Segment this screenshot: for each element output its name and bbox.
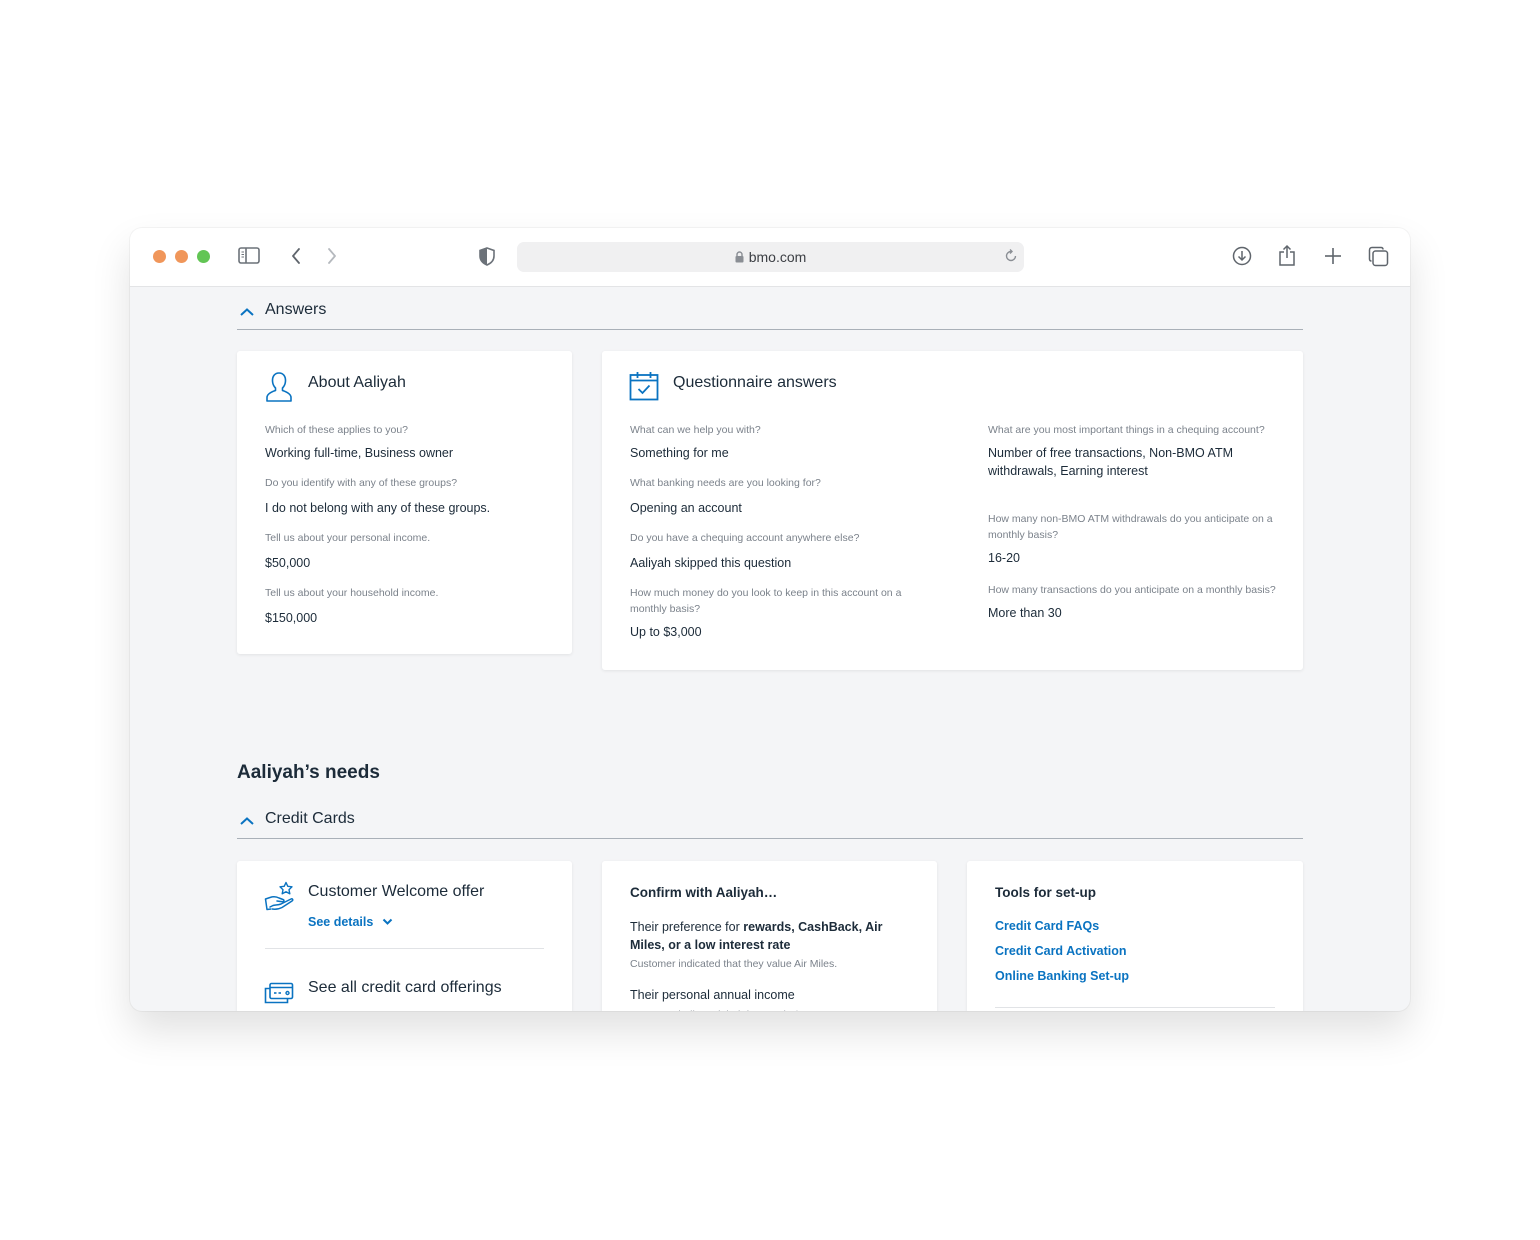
credit-cards-section-toggle[interactable]: Credit Cards bbox=[237, 796, 1303, 839]
lock-icon bbox=[735, 250, 744, 266]
about-card-title: About Aaliyah bbox=[308, 374, 406, 391]
tools-card-title: Tools for set-up bbox=[995, 885, 1096, 900]
confirm-item-preference: Their preference for rewards, CashBack, … bbox=[630, 918, 905, 954]
question-label: Tell us about your personal income. bbox=[265, 532, 431, 544]
answer-value: More than 30 bbox=[988, 606, 1062, 620]
browser-toolbar: bmo.com bbox=[130, 228, 1410, 287]
page-content: Answers About Aaliyah Which of these app… bbox=[130, 287, 1410, 1011]
chevron-down-icon bbox=[382, 912, 393, 930]
download-icon[interactable] bbox=[1232, 246, 1252, 266]
divider bbox=[265, 948, 544, 949]
online-banking-setup-link[interactable]: Online Banking Set-up bbox=[995, 969, 1129, 983]
question-label: What can we help you with? bbox=[630, 424, 761, 436]
credit-card-faqs-link[interactable]: Credit Card FAQs bbox=[995, 919, 1099, 933]
confirm-card: Confirm with Aaliyah… Their preference f… bbox=[602, 861, 937, 1011]
tabs-overview-icon[interactable] bbox=[1368, 246, 1389, 267]
answer-value: $150,000 bbox=[265, 611, 318, 625]
browser-window: bmo.com Answers About Aaliyah Which of t… bbox=[130, 228, 1410, 1011]
chevron-up-icon bbox=[239, 813, 255, 831]
question-label: What banking needs are you looking for? bbox=[630, 477, 821, 489]
url-text: bmo.com bbox=[748, 249, 807, 265]
new-tab-icon[interactable] bbox=[1324, 247, 1342, 265]
answer-value: Opening an account bbox=[630, 501, 742, 515]
hand-star-icon bbox=[264, 881, 296, 916]
answer-value: Something for me bbox=[630, 446, 729, 460]
divider bbox=[995, 1007, 1275, 1008]
minimize-window-button[interactable] bbox=[175, 250, 188, 263]
forward-icon[interactable] bbox=[326, 247, 338, 265]
needs-heading: Aaliyah’s needs bbox=[237, 762, 380, 783]
confirm-item-income: Their personal annual income bbox=[630, 988, 795, 1002]
see-details-label: See details bbox=[308, 915, 374, 929]
sidebar-icon[interactable] bbox=[238, 247, 260, 265]
answer-value: 16-20 bbox=[988, 551, 1020, 565]
question-label: How many transactions do you anticipate … bbox=[988, 584, 1276, 596]
answer-value: $50,000 bbox=[265, 556, 311, 570]
person-icon bbox=[265, 371, 293, 408]
offers-card: Customer Welcome offer See details See a… bbox=[237, 861, 572, 1011]
zoom-window-button[interactable] bbox=[197, 250, 210, 263]
credit-card-icon bbox=[264, 982, 294, 1009]
credit-cards-section-label: Credit Cards bbox=[265, 810, 355, 827]
question-label: Do you identify with any of these groups… bbox=[265, 477, 458, 489]
answer-value: Up to $3,000 bbox=[630, 625, 702, 639]
answer-value: Number of free transactions, Non-BMO ATM… bbox=[988, 446, 1233, 478]
answers-section-toggle[interactable]: Answers bbox=[237, 287, 1303, 330]
calendar-check-icon bbox=[629, 371, 659, 406]
questionnaire-card: Questionnaire answers What can we help y… bbox=[602, 351, 1303, 670]
close-window-button[interactable] bbox=[153, 250, 166, 263]
back-icon[interactable] bbox=[290, 247, 302, 265]
answer-value: Working full-time, Business owner bbox=[265, 446, 454, 460]
chevron-up-icon bbox=[239, 304, 255, 322]
share-icon[interactable] bbox=[1278, 244, 1296, 267]
shield-icon[interactable] bbox=[479, 247, 495, 266]
address-bar[interactable]: bmo.com bbox=[517, 242, 1024, 272]
all-offerings-title[interactable]: See all credit card offerings bbox=[308, 979, 502, 997]
question-label: How many non-BMO ATM withdrawals do you … bbox=[988, 513, 1273, 541]
welcome-offer-title: Customer Welcome offer bbox=[308, 883, 485, 900]
reload-icon[interactable] bbox=[1003, 248, 1019, 269]
confirm-card-title: Confirm with Aaliyah… bbox=[630, 885, 778, 900]
confirm-item-note: Customer indicated their income is $47,0… bbox=[630, 1007, 905, 1011]
answer-value: Aaliyah skipped this question bbox=[630, 556, 792, 570]
answers-section-label: Answers bbox=[265, 301, 327, 318]
confirm-item-text: Their preference for bbox=[630, 920, 744, 934]
see-details-link[interactable]: See details bbox=[308, 912, 393, 931]
question-label: Do you have a chequing account anywhere … bbox=[630, 532, 860, 544]
about-card: About Aaliyah Which of these applies to … bbox=[237, 351, 572, 654]
tools-card: Tools for set-up Credit Card FAQs Credit… bbox=[967, 861, 1303, 1011]
credit-card-activation-link[interactable]: Credit Card Activation bbox=[995, 944, 1127, 958]
answer-value: I do not belong with any of these groups… bbox=[265, 501, 491, 515]
question-label: Tell us about your household income. bbox=[265, 587, 439, 599]
question-label: How much money do you look to keep in th… bbox=[630, 587, 902, 615]
question-label: Which of these applies to you? bbox=[265, 424, 409, 436]
question-label: What are you most important things in a … bbox=[988, 424, 1265, 436]
confirm-item-note: Customer indicated that they value Air M… bbox=[630, 958, 838, 970]
questionnaire-card-title: Questionnaire answers bbox=[673, 374, 837, 391]
